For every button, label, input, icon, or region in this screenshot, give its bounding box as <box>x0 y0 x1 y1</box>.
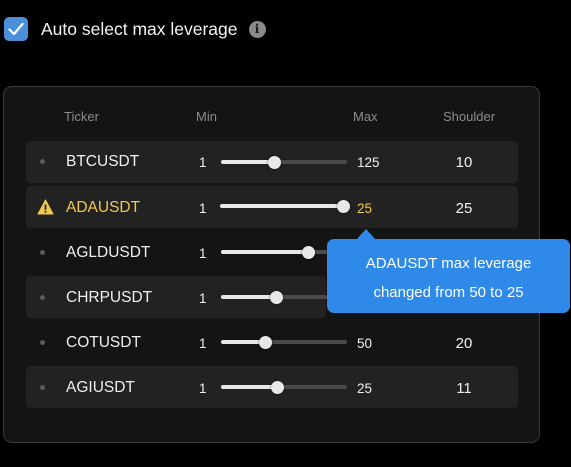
row-min: 1 <box>199 381 207 396</box>
slider-handle[interactable] <box>258 335 272 349</box>
slider-fill <box>221 295 276 299</box>
tooltip-line-2: changed from 50 to 25 <box>373 284 524 301</box>
row-shoulder[interactable]: 10 <box>434 154 494 171</box>
leverage-slider[interactable] <box>221 155 347 169</box>
row-max: 125 <box>357 155 380 170</box>
leverage-slider[interactable] <box>221 290 327 304</box>
slider-fill <box>221 160 274 164</box>
slider-handle[interactable] <box>270 380 284 394</box>
auto-select-row: Auto select max leverage i <box>4 14 266 44</box>
row-min: 1 <box>199 336 207 351</box>
slider-handle[interactable] <box>336 199 350 213</box>
row-ticker: CHRPUSDT <box>66 289 153 306</box>
header-min: Min <box>196 109 217 124</box>
row-shoulder[interactable]: 20 <box>434 335 494 352</box>
row-status-dot <box>40 159 45 164</box>
slider-fill <box>221 250 308 254</box>
row-shoulder[interactable]: 11 <box>434 380 494 397</box>
slider-handle[interactable] <box>267 155 281 169</box>
leverage-slider[interactable] <box>220 199 350 213</box>
leverage-change-tooltip: ADAUSDT max leverage changed from 50 to … <box>327 239 570 313</box>
auto-select-checkbox[interactable] <box>4 17 28 41</box>
leverage-slider[interactable] <box>221 245 327 259</box>
row-min: 1 <box>199 201 207 216</box>
row-status-dot <box>40 340 45 345</box>
row-ticker: AGIUSDT <box>66 379 135 396</box>
row-ticker: AGLDUSDT <box>66 244 151 261</box>
info-icon[interactable]: i <box>248 20 266 38</box>
row-max: 25 <box>357 381 373 396</box>
slider-fill <box>220 204 343 208</box>
check-icon <box>8 22 24 36</box>
row-shoulder[interactable]: 25 <box>434 200 494 217</box>
leverage-slider[interactable] <box>221 380 347 394</box>
row-status-dot <box>40 250 45 255</box>
row-status-dot <box>40 295 45 300</box>
slider-fill <box>221 385 277 389</box>
row-ticker: BTCUSDT <box>66 153 140 170</box>
slider-handle[interactable] <box>269 290 283 304</box>
header-ticker: Ticker <box>64 109 99 124</box>
row-max: 50 <box>357 336 373 351</box>
row-ticker: ADAUSDT <box>66 199 141 216</box>
row-max: 25 <box>357 201 373 216</box>
warning-icon <box>37 199 54 215</box>
row-min: 1 <box>199 291 207 306</box>
header-max: Max <box>353 109 378 124</box>
auto-select-label[interactable]: Auto select max leverage <box>41 19 238 40</box>
leverage-slider[interactable] <box>221 335 347 349</box>
row-ticker: COTUSDT <box>66 334 141 351</box>
row-status-dot <box>40 385 45 390</box>
slider-handle[interactable] <box>301 245 315 259</box>
row-min: 1 <box>199 155 207 170</box>
tooltip-line-1: ADAUSDT max leverage <box>365 255 532 272</box>
header-shoulder: Shoulder <box>443 109 496 124</box>
row-min: 1 <box>199 246 207 261</box>
